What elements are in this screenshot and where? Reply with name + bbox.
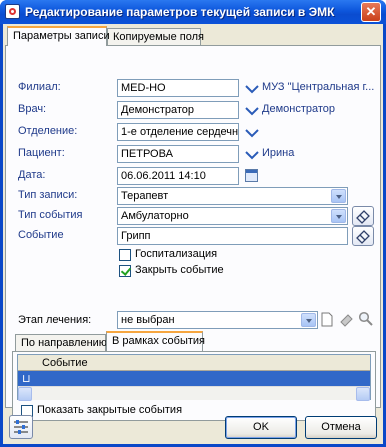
close-event-checkbox[interactable] xyxy=(119,265,131,277)
record-type-value: Терапевт xyxy=(121,190,169,202)
event-type-value: Амбулаторно xyxy=(121,210,189,222)
doctor-link[interactable]: Демонстратор xyxy=(262,103,380,115)
events-grid[interactable]: Событие ⊔ xyxy=(17,354,371,401)
show-closed-label: Показать закрытые события xyxy=(37,404,183,416)
subtab-by-referral[interactable]: По направлению xyxy=(15,334,108,352)
record-type-select[interactable]: Терапевт xyxy=(117,187,348,205)
eraser-icon[interactable] xyxy=(339,312,354,327)
settings-sliders-icon xyxy=(14,420,28,434)
table-row[interactable]: ⊔ xyxy=(18,371,370,387)
eraser-icon xyxy=(356,230,370,244)
document-icon[interactable] xyxy=(321,312,333,327)
patient-field[interactable]: ПЕТРОВА xyxy=(117,145,239,163)
scroll-left-button[interactable] xyxy=(18,387,32,401)
subtab-label: В рамках события xyxy=(112,335,206,347)
hospitalization-checkbox[interactable] xyxy=(119,249,131,261)
title-bar[interactable]: Редактирование параметров текущей записи… xyxy=(0,0,386,24)
patient-label: Пациент: xyxy=(18,147,65,159)
chevron-down-icon[interactable] xyxy=(245,84,259,94)
record-type-label: Тип записи: xyxy=(18,189,78,201)
row-marker: ⊔ xyxy=(22,373,31,385)
window-title: Редактирование параметров текущей записи… xyxy=(25,5,335,19)
close-button[interactable]: ✕ xyxy=(361,2,381,22)
settings-button[interactable] xyxy=(9,415,33,439)
chevron-down-icon[interactable] xyxy=(245,128,259,138)
stage-select[interactable]: не выбран xyxy=(117,311,318,329)
doctor-label: Врач: xyxy=(18,103,47,115)
horizontal-scrollbar[interactable] xyxy=(18,386,370,401)
tab-label: Параметры записи xyxy=(13,30,110,42)
scroll-right-button[interactable] xyxy=(356,387,370,401)
eraser-icon xyxy=(356,210,370,224)
department-label: Отделение: xyxy=(18,125,78,137)
tab-copied-fields[interactable]: Копируемые поля xyxy=(107,28,204,46)
subtab-within-event[interactable]: В рамках события xyxy=(106,331,206,351)
stage-label: Этап лечения: xyxy=(18,314,92,326)
eraser-button[interactable] xyxy=(352,206,374,226)
chevron-down-icon[interactable] xyxy=(245,150,259,160)
dropdown-arrow-icon[interactable] xyxy=(331,189,346,203)
close-event-label: Закрыть событие xyxy=(135,264,224,276)
subtab-label: По направлению xyxy=(21,337,108,349)
filial-label: Филиал: xyxy=(18,81,61,93)
filial-link[interactable]: МУЗ "Центральная г... xyxy=(262,81,380,93)
grid-header: Событие xyxy=(18,355,370,371)
app-icon xyxy=(5,4,20,19)
dialog-client: Параметры записи Копируемые поля Филиал:… xyxy=(3,24,383,444)
doctor-field[interactable]: Демонстратор xyxy=(117,101,239,119)
subtab-panel: Событие ⊔ Показать закрытые события xyxy=(12,351,376,421)
tab-panel: Филиал: MED-HO МУЗ "Центральная г... Вра… xyxy=(5,45,381,421)
tab-label: Копируемые поля xyxy=(113,31,204,43)
event-label: Событие xyxy=(18,229,64,241)
ok-button[interactable]: OK xyxy=(225,416,297,439)
date-label: Дата: xyxy=(18,169,46,181)
magnifier-icon[interactable] xyxy=(358,311,374,327)
column-header-event[interactable]: Событие xyxy=(42,357,88,369)
dropdown-arrow-icon[interactable] xyxy=(331,209,346,223)
event-type-label: Тип события xyxy=(18,209,83,221)
department-field[interactable]: 1-е отделение сердечно- xyxy=(117,123,239,141)
date-field[interactable]: 06.06.2011 14:10 xyxy=(117,167,239,185)
patient-link[interactable]: Ирина xyxy=(262,147,380,159)
event-field[interactable]: Грипп xyxy=(117,227,348,245)
filial-field[interactable]: MED-HO xyxy=(117,79,239,97)
dropdown-arrow-icon[interactable] xyxy=(301,313,316,327)
chevron-down-icon[interactable] xyxy=(245,106,259,116)
cancel-button[interactable]: Отмена xyxy=(305,416,377,439)
event-type-select[interactable]: Амбулаторно xyxy=(117,207,348,225)
dialog-window: Редактирование параметров текущей записи… xyxy=(0,0,386,447)
hospitalization-label: Госпитализация xyxy=(135,248,218,260)
eraser-button[interactable] xyxy=(352,226,374,246)
stage-value: не выбран xyxy=(121,314,175,326)
calendar-icon[interactable] xyxy=(245,169,258,182)
tab-record-params[interactable]: Параметры записи xyxy=(7,26,110,46)
